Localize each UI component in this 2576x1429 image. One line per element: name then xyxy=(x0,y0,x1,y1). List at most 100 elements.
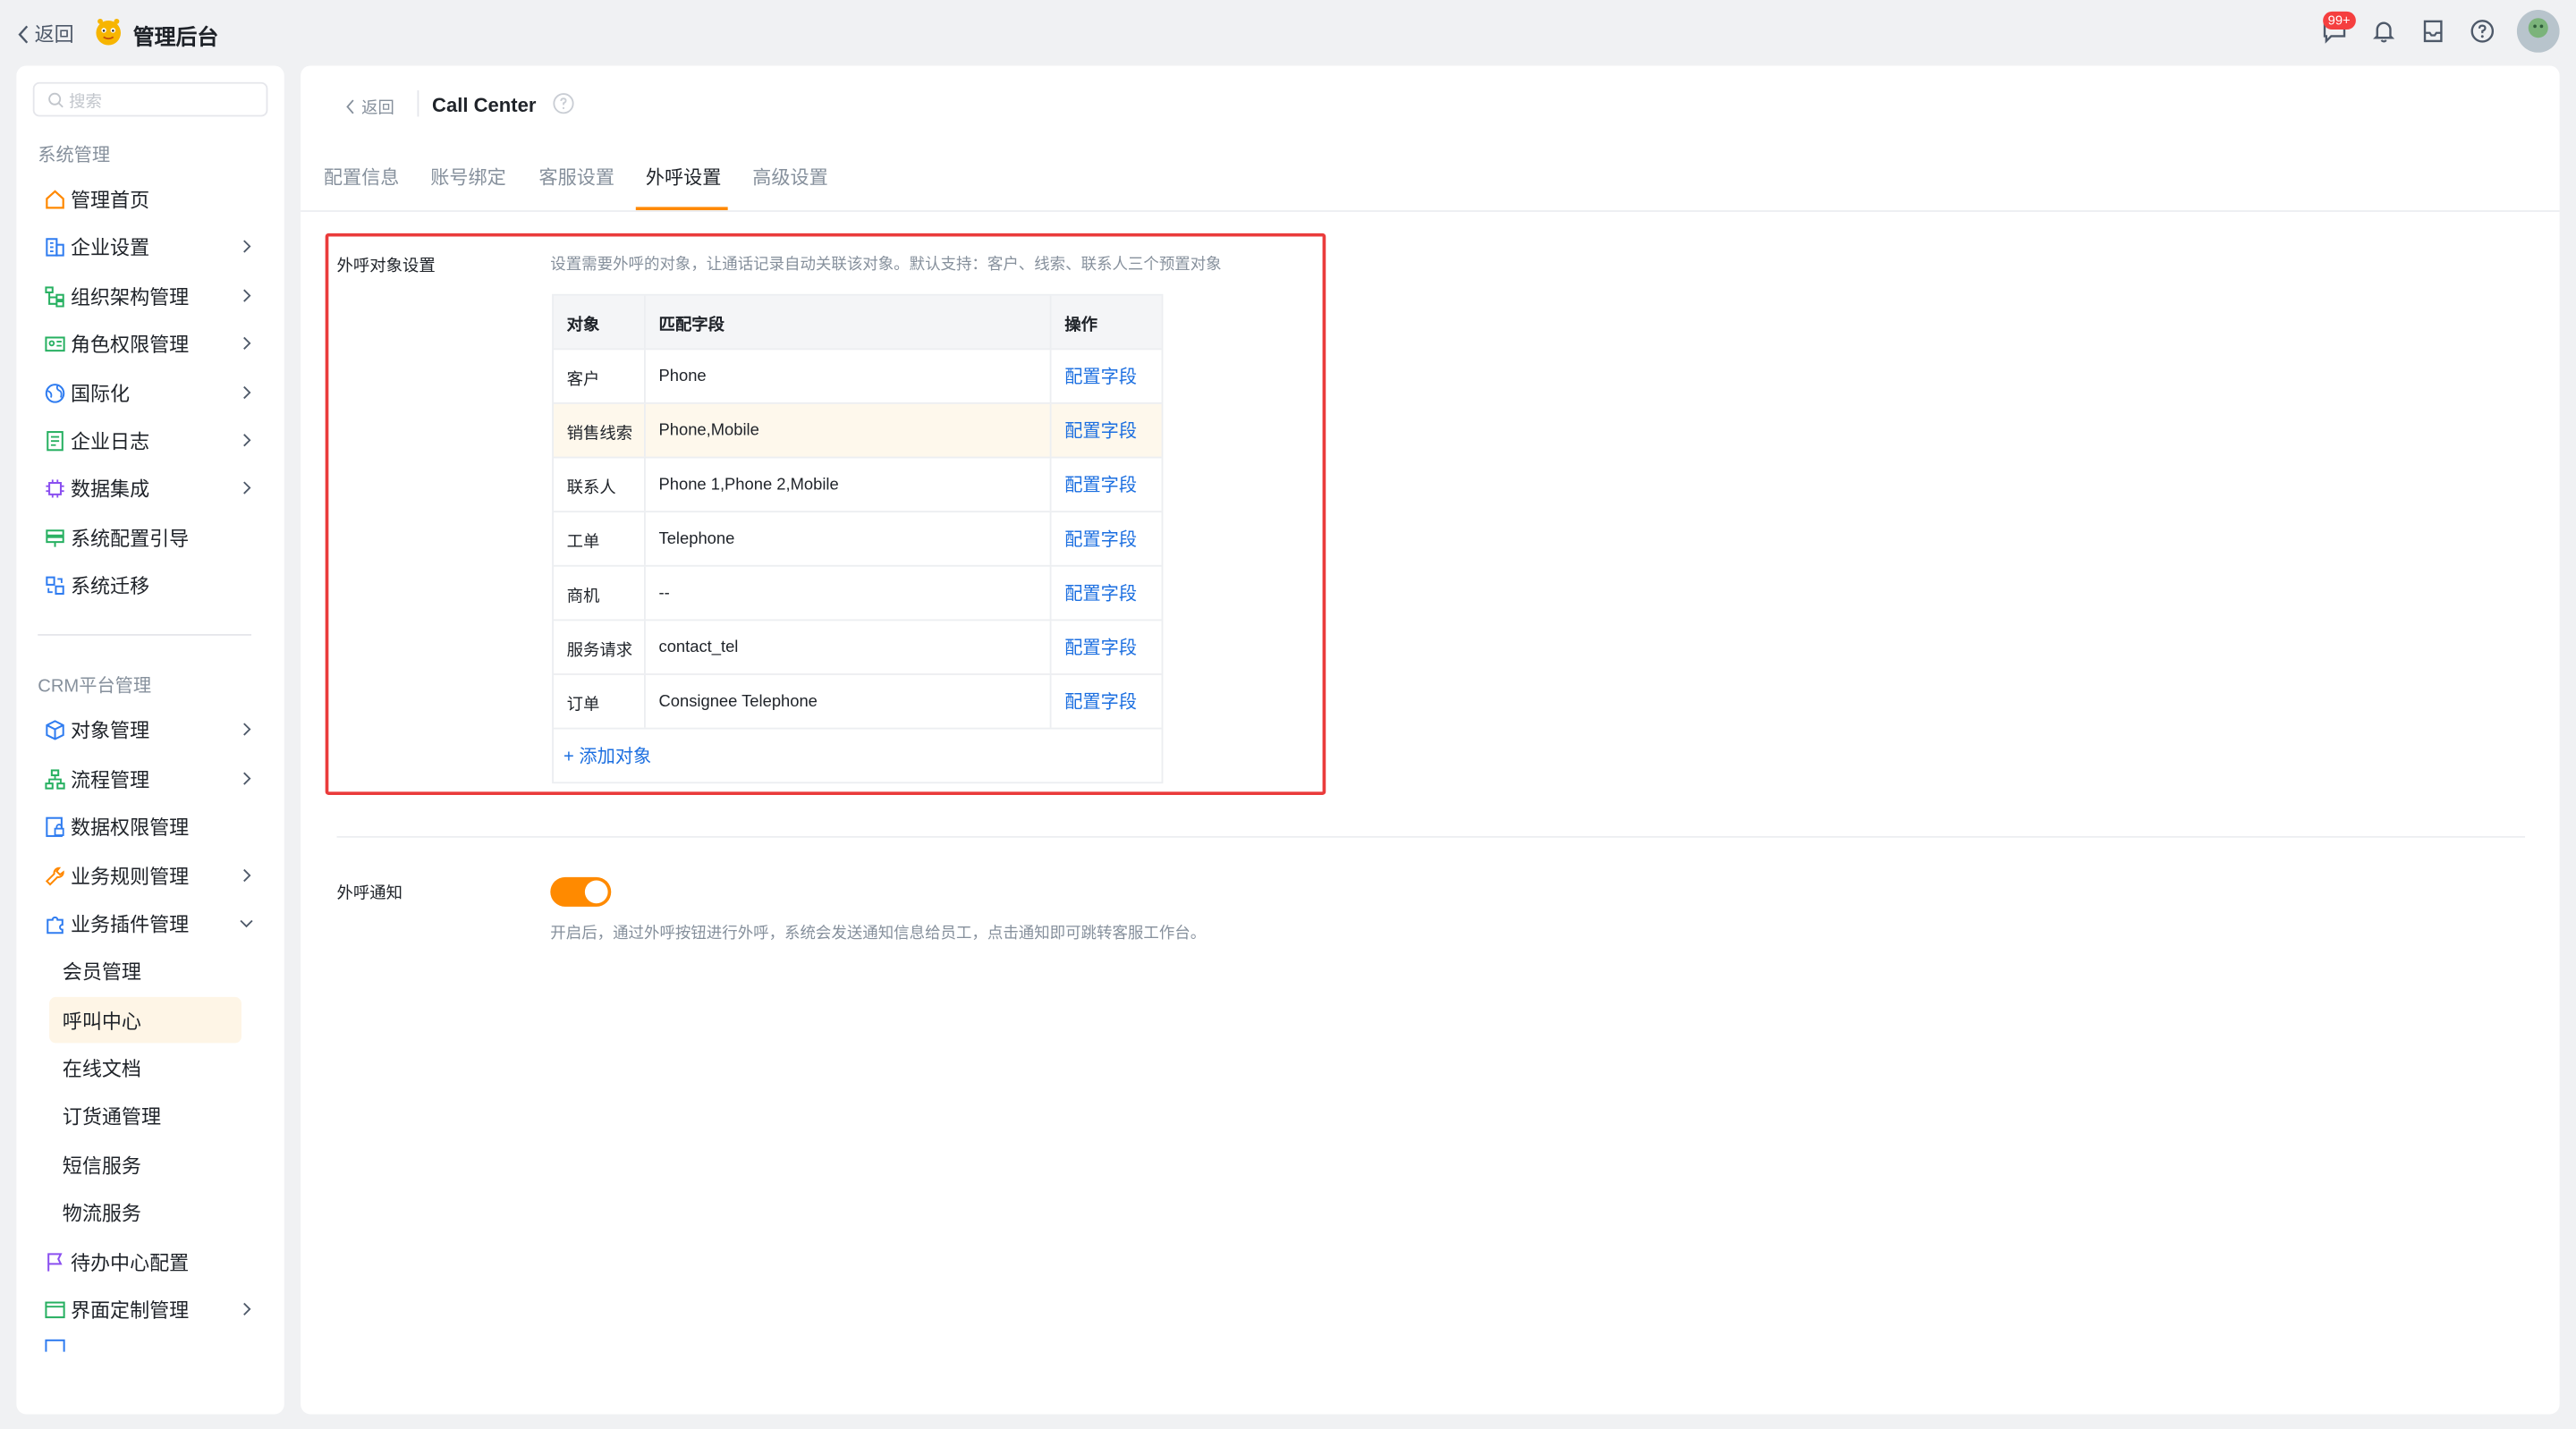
sidebar-item-data-integration[interactable]: 数据集成 xyxy=(33,467,258,510)
sidebar-item-label: 业务规则管理 xyxy=(70,865,190,888)
config-fields-link[interactable]: 配置字段 xyxy=(1064,471,1137,497)
table-row: 服务请求 contact_tel 配置字段 xyxy=(553,621,1162,675)
sidebar-item-label: 数据权限管理 xyxy=(70,815,190,839)
cell-object: 订单 xyxy=(554,674,646,728)
back-button[interactable]: 返回 xyxy=(16,20,74,47)
sidebar-item-data-permission[interactable]: 数据权限管理 xyxy=(33,805,258,848)
id-card-icon xyxy=(43,332,66,355)
search-input[interactable]: 搜索 xyxy=(32,81,268,117)
sidebar-item-partial[interactable] xyxy=(33,1335,258,1352)
cell-fields: -- xyxy=(646,566,1052,620)
sidebar-item-plugins[interactable]: 业务插件管理 xyxy=(33,901,258,944)
bell-icon xyxy=(2373,21,2395,43)
config-fields-link[interactable]: 配置字段 xyxy=(1064,418,1137,444)
sidebar-item-migration[interactable]: 系统迁移 xyxy=(33,563,258,606)
sidebar-subitem-logistics[interactable]: 物流服务 xyxy=(49,1189,242,1235)
breadcrumb-back-button[interactable]: 返回 xyxy=(345,94,394,119)
config-fields-link[interactable]: 配置字段 xyxy=(1064,363,1137,389)
table-row: 客户 Phone 配置字段 xyxy=(553,350,1162,404)
sidebar-item-i18n[interactable]: 国际化 xyxy=(33,371,258,414)
chevron-right-icon xyxy=(243,434,251,447)
sidebar-item-home[interactable]: 管理首页 xyxy=(33,177,258,220)
chevron-down-icon xyxy=(240,919,253,928)
tab-account-binding[interactable]: 账号绑定 xyxy=(430,165,505,190)
top-bar: 返回 管理后台 99+ xyxy=(0,0,2576,66)
avatar[interactable] xyxy=(2516,10,2560,53)
group-title-crm: CRM平台管理 xyxy=(38,676,152,697)
puzzle-icon xyxy=(43,911,66,934)
add-object-link[interactable]: + 添加对象 xyxy=(564,742,651,768)
sidebar-item-business-rules[interactable]: 业务规则管理 xyxy=(33,854,258,897)
back-label: 返回 xyxy=(34,22,74,47)
sidebar-subitem-online-docs[interactable]: 在线文档 xyxy=(49,1044,242,1090)
config-fields-link[interactable]: 配置字段 xyxy=(1064,634,1137,660)
sidebar-item-label: 系统迁移 xyxy=(70,573,150,597)
sidebar: 搜索 系统管理 管理首页 企业设置 组织架构管理 角色权限管理 国际化 企业日志… xyxy=(16,65,284,1415)
outbound-objects-table: 对象 匹配字段 操作 客户 Phone 配置字段 销售线索 Phone,Mobi… xyxy=(552,293,1164,784)
tab-outbound-settings[interactable]: 外呼设置 xyxy=(646,165,721,190)
sidebar-subitem-call-center[interactable]: 呼叫中心 xyxy=(49,996,242,1044)
flag-icon xyxy=(43,1250,66,1273)
table-row: 订单 Consignee Telephone 配置字段 xyxy=(553,674,1162,730)
cell-object: 工单 xyxy=(554,512,646,565)
sidebar-subitem-sms[interactable]: 短信服务 xyxy=(49,1142,242,1188)
sidebar-item-label: 业务插件管理 xyxy=(70,912,190,936)
wrench-icon xyxy=(43,864,66,887)
chevron-left-icon xyxy=(18,24,29,43)
breadcrumb-back-label: 返回 xyxy=(361,100,394,119)
outbound-notify-label: 外呼通知 xyxy=(336,885,402,904)
notifications-button[interactable] xyxy=(2369,16,2399,46)
sidebar-item-label: 管理首页 xyxy=(70,188,150,212)
layout-icon xyxy=(43,1298,66,1321)
sidebar-item-label: 流程管理 xyxy=(70,767,150,791)
cell-object: 客户 xyxy=(554,350,646,403)
outbound-notify-description: 开启后，通过外呼按钮进行外呼，系统会发送通知信息给员工，点击通知即可跳转客服工作… xyxy=(550,925,1207,943)
sidebar-item-objects[interactable]: 对象管理 xyxy=(33,708,258,751)
sidebar-item-label: 国际化 xyxy=(70,382,131,405)
add-object-row: + 添加对象 xyxy=(554,730,1162,782)
help-button[interactable] xyxy=(2468,16,2497,46)
config-fields-link[interactable]: 配置字段 xyxy=(1064,579,1137,605)
page-title: Call Center xyxy=(432,93,537,117)
sidebar-item-todo-center[interactable]: 待办中心配置 xyxy=(33,1240,258,1283)
sidebar-subitem-ordering[interactable]: 订货通管理 xyxy=(49,1092,242,1137)
chevron-right-icon xyxy=(243,289,251,302)
sidebar-item-roles[interactable]: 角色权限管理 xyxy=(33,322,258,365)
sidebar-subitem-membership[interactable]: 会员管理 xyxy=(49,948,242,994)
user-avatar-icon xyxy=(2516,10,2560,53)
question-circle-icon xyxy=(2470,20,2495,43)
group-title-system: 系统管理 xyxy=(38,146,111,166)
sidebar-item-org[interactable]: 组织架构管理 xyxy=(33,275,258,317)
sidebar-item-logs[interactable]: 企业日志 xyxy=(33,419,258,461)
sidebar-item-label: 待办中心配置 xyxy=(70,1250,190,1274)
sidebar-item-ui-custom[interactable]: 界面定制管理 xyxy=(33,1288,258,1331)
sidebar-item-company-settings[interactable]: 企业设置 xyxy=(33,225,258,268)
chevron-left-icon xyxy=(346,98,354,114)
config-fields-link[interactable]: 配置字段 xyxy=(1064,689,1137,714)
messages-button[interactable]: 99+ xyxy=(2319,11,2356,46)
tab-config-info[interactable]: 配置信息 xyxy=(324,165,399,190)
config-fields-link[interactable]: 配置字段 xyxy=(1064,526,1137,552)
cell-fields: Telephone xyxy=(646,512,1052,565)
tabs-divider xyxy=(301,210,2560,212)
app-logo-icon xyxy=(96,18,121,46)
cell-object: 服务请求 xyxy=(554,621,646,674)
section-divider xyxy=(336,835,2526,838)
sidebar-item-process[interactable]: 流程管理 xyxy=(33,757,258,800)
inbox-icon xyxy=(2423,20,2443,43)
outbound-notify-toggle[interactable] xyxy=(550,876,612,907)
cell-fields: Phone xyxy=(646,350,1052,403)
sidebar-item-label: 对象管理 xyxy=(70,718,150,742)
tab-service-settings[interactable]: 客服设置 xyxy=(538,165,614,190)
tab-advanced-settings[interactable]: 高级设置 xyxy=(752,165,827,190)
app-root: 返回 管理后台 99+ 搜索 系统管理 管理首页 企业设置 组织架构管理 角色权… xyxy=(0,0,2576,1429)
column-header-object: 对象 xyxy=(554,295,646,349)
sidebar-item-label: 角色权限管理 xyxy=(70,332,190,356)
sidebar-item-config-guide[interactable]: 系统配置引导 xyxy=(33,516,258,559)
sidebar-item-label: 企业设置 xyxy=(70,235,150,259)
question-circle-icon[interactable] xyxy=(552,92,575,115)
app-title: 管理后台 xyxy=(132,24,219,50)
tasks-button[interactable] xyxy=(2419,16,2448,46)
cell-object: 联系人 xyxy=(554,458,646,512)
signpost-icon xyxy=(43,526,66,549)
